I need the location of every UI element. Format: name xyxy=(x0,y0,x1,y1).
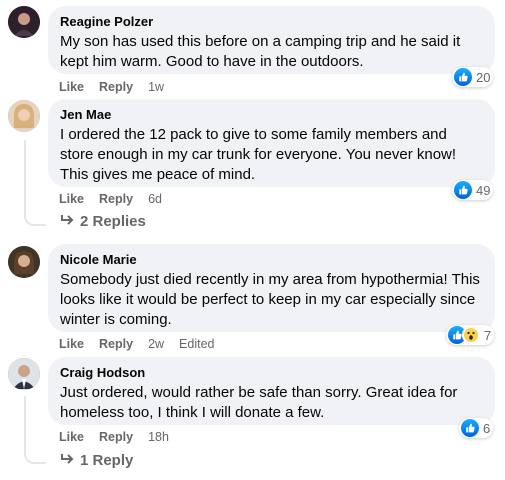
comment-timestamp[interactable]: 18h xyxy=(148,429,169,445)
comment-text: Somebody just died recently in my area f… xyxy=(60,271,480,328)
like-button[interactable]: Like xyxy=(59,79,84,95)
view-replies-button[interactable]: 2 Replies xyxy=(60,213,146,230)
reply-button[interactable]: Reply xyxy=(99,429,133,445)
comment-author[interactable]: Craig Hodson xyxy=(60,365,483,381)
reply-button[interactable]: Reply xyxy=(99,336,133,352)
replies-count[interactable]: 1 Reply xyxy=(80,452,133,469)
like-button[interactable]: Like xyxy=(59,191,84,207)
reaction-count: 7 xyxy=(484,327,492,343)
reaction-summary[interactable]: 7 xyxy=(446,325,495,345)
like-button[interactable]: Like xyxy=(59,429,84,445)
comment-author[interactable]: Nicole Marie xyxy=(60,252,483,268)
reaction-summary[interactable]: 49 xyxy=(452,180,494,200)
reaction-count: 20 xyxy=(476,69,491,85)
reaction-count: 6 xyxy=(483,420,491,436)
replies-count[interactable]: 2 Replies xyxy=(80,213,146,230)
avatar[interactable] xyxy=(8,100,40,132)
reaction-count: 49 xyxy=(476,182,491,198)
comment-bubble: Jen Mae I ordered the 12 pack to give to… xyxy=(48,99,495,187)
avatar[interactable] xyxy=(8,358,40,390)
reply-arrow-icon xyxy=(60,452,74,469)
like-reaction-icon xyxy=(454,68,472,86)
comment-timestamp[interactable]: 6d xyxy=(148,191,162,207)
comment-bubble: Craig Hodson Just ordered, would rather … xyxy=(48,357,495,425)
reaction-summary[interactable]: 6 xyxy=(459,418,494,438)
reaction-summary[interactable]: 20 xyxy=(452,67,494,87)
comment-timestamp[interactable]: 1w xyxy=(148,79,164,95)
wow-reaction-icon xyxy=(462,326,480,344)
edited-label[interactable]: Edited xyxy=(179,336,214,352)
comment-bubble: Nicole Marie Somebody just died recently… xyxy=(48,244,495,332)
comment-text: My son has used this before on a camping… xyxy=(60,33,461,70)
like-reaction-icon xyxy=(461,419,479,437)
comment-author[interactable]: Reagine Polzer xyxy=(60,14,483,30)
comment-timestamp[interactable]: 2w xyxy=(148,336,164,352)
reply-button[interactable]: Reply xyxy=(99,79,133,95)
reply-button[interactable]: Reply xyxy=(99,191,133,207)
view-replies-button[interactable]: 1 Reply xyxy=(60,452,133,469)
reply-arrow-icon xyxy=(60,213,74,230)
like-reaction-icon xyxy=(454,181,472,199)
comment-actions: Like Reply 6d xyxy=(59,191,162,207)
comment-actions: Like Reply 18h xyxy=(59,429,169,445)
thread-connector xyxy=(24,396,46,464)
comment-actions: Like Reply 2w Edited xyxy=(59,336,215,352)
comment-text: I ordered the 12 pack to give to some fa… xyxy=(60,126,457,183)
thread-connector xyxy=(24,140,46,226)
comment-actions: Like Reply 1w xyxy=(59,79,164,95)
comment-bubble: Reagine Polzer My son has used this befo… xyxy=(48,6,495,74)
comment-author[interactable]: Jen Mae xyxy=(60,107,483,123)
like-button[interactable]: Like xyxy=(59,336,84,352)
comment-text: Just ordered, would rather be safe than … xyxy=(60,384,458,421)
avatar[interactable] xyxy=(8,6,40,38)
avatar[interactable] xyxy=(8,246,40,278)
